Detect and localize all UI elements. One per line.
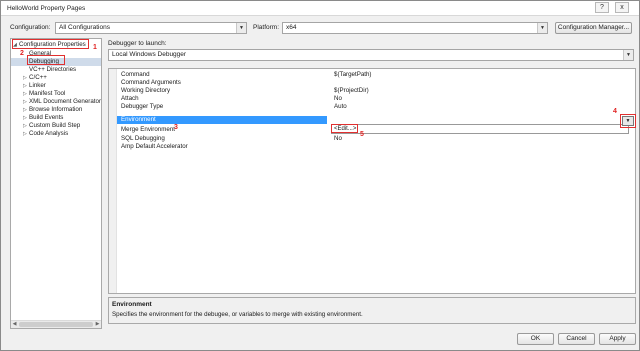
tree-item-browse-information[interactable]: ▷ Browse Information xyxy=(23,106,82,114)
annotation-marker-1: 1 xyxy=(93,44,97,51)
debugger-to-launch-label: Debugger to launch: xyxy=(108,40,167,47)
tree-item-vc-directories[interactable]: VC++ Directories xyxy=(23,66,76,74)
platform-value: x64 xyxy=(286,24,297,31)
tree-item-c-cpp[interactable]: ▷ C/C++ xyxy=(23,74,47,82)
grid-row-command-arguments[interactable]: Command Arguments xyxy=(117,79,635,87)
chevron-down-icon: ▼ xyxy=(623,50,633,60)
grid-row-debugger-type[interactable]: Debugger Type Auto xyxy=(117,103,635,111)
help-button[interactable]: ? xyxy=(595,2,609,13)
scroll-left-icon[interactable]: ◀ xyxy=(11,321,18,328)
tree-item-linker[interactable]: ▷ Linker xyxy=(23,82,46,90)
tree-item-manifest-tool[interactable]: ▷ Manifest Tool xyxy=(23,90,65,98)
tree-horizontal-scrollbar[interactable]: ◀ ▶ xyxy=(11,320,101,328)
tree-item-code-analysis[interactable]: ▷ Code Analysis xyxy=(23,130,68,138)
annotation-box-configuration-properties xyxy=(12,39,89,49)
grid-gutter xyxy=(109,69,117,293)
grid-row-environment[interactable]: Environment xyxy=(117,116,327,124)
apply-button[interactable]: Apply xyxy=(599,333,636,345)
description-text: Specifies the environment for the debuge… xyxy=(112,311,363,318)
description-panel: Environment Specifies the environment fo… xyxy=(108,297,636,324)
scroll-thumb[interactable] xyxy=(19,322,93,327)
platform-label: Platform: xyxy=(253,24,280,31)
ok-button[interactable]: OK xyxy=(517,333,554,345)
property-pages-window: HelloWorld Property Pages ? x Configurat… xyxy=(0,0,640,351)
annotation-box-dropdown-button xyxy=(620,114,636,128)
environment-dropdown-list xyxy=(331,124,629,134)
grid-row-working-directory[interactable]: Working Directory $(ProjectDir) xyxy=(117,87,635,95)
debugger-combo[interactable]: Local Windows Debugger ▼ xyxy=(108,49,634,61)
configuration-value: All Configurations xyxy=(59,24,110,31)
annotation-box-debugging xyxy=(27,55,65,65)
title-bar: HelloWorld Property Pages ? x xyxy=(1,1,639,16)
grid-row-attach[interactable]: Attach No xyxy=(117,95,635,103)
scroll-right-icon[interactable]: ▶ xyxy=(94,321,101,328)
configuration-label: Configuration: xyxy=(10,24,51,31)
debugger-value: Local Windows Debugger xyxy=(112,51,187,58)
grid-row-amp-default-accelerator[interactable]: Amp Default Accelerator xyxy=(117,143,635,151)
annotation-marker-5: 5 xyxy=(360,131,364,138)
cancel-button[interactable]: Cancel xyxy=(558,333,595,345)
grid-row-sql-debugging[interactable]: SQL Debugging No xyxy=(117,135,635,143)
configuration-manager-button[interactable]: Configuration Manager... xyxy=(555,22,632,34)
annotation-marker-2: 2 xyxy=(20,50,24,57)
chevron-down-icon: ▼ xyxy=(537,23,547,33)
tree-item-xml-document-generator[interactable]: ▷ XML Document Generator xyxy=(23,98,101,106)
annotation-box-edit-option xyxy=(331,124,358,133)
window-title: HelloWorld Property Pages xyxy=(7,5,86,12)
property-tree: ◢ Configuration Properties General Debugg… xyxy=(10,38,102,329)
tree-item-build-events[interactable]: ▷ Build Events xyxy=(23,114,63,122)
annotation-marker-4: 4 xyxy=(613,108,617,115)
chevron-down-icon: ▼ xyxy=(236,23,246,33)
annotation-marker-3: 3 xyxy=(174,124,178,131)
description-title: Environment xyxy=(112,301,152,308)
close-button[interactable]: x xyxy=(615,2,629,13)
tree-item-custom-build-step[interactable]: ▷ Custom Build Step xyxy=(23,122,80,130)
property-grid: Command $(TargetPath) Command Arguments W… xyxy=(108,68,636,294)
grid-row-command[interactable]: Command $(TargetPath) xyxy=(117,71,635,79)
platform-combo[interactable]: x64 ▼ xyxy=(282,22,548,34)
configuration-combo[interactable]: All Configurations ▼ xyxy=(55,22,247,34)
